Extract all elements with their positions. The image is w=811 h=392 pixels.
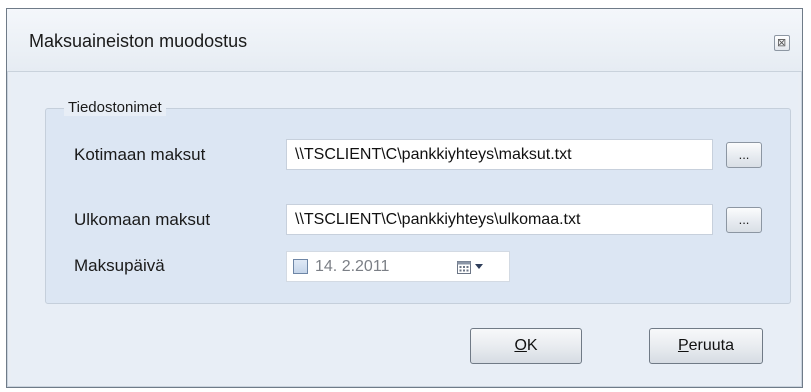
dialog-window: Maksuaineiston muodostus ⊠ Tiedostonimet… [6, 8, 803, 388]
foreign-payments-input[interactable] [286, 204, 713, 235]
dialog-body: Tiedostonimet Kotimaan maksut ... Ulkoma… [11, 72, 798, 384]
cancel-button[interactable]: Peruuta [649, 328, 763, 364]
calendar-icon[interactable] [457, 261, 471, 274]
cancel-label-rest: eruuta [688, 337, 735, 354]
domestic-payments-label: Kotimaan maksut [74, 145, 206, 164]
payment-date-picker[interactable]: 14. 2.2011 [286, 251, 510, 282]
window-title: Maksuaineiston muodostus [29, 31, 248, 51]
ok-label-rest: K [526, 337, 538, 354]
dropdown-arrow-icon[interactable] [474, 259, 484, 273]
payment-date-value: 14. 2.2011 [315, 258, 390, 275]
ok-button[interactable]: OK [470, 328, 582, 364]
payment-date-label: Maksupäivä [74, 256, 165, 275]
foreign-payments-label: Ulkomaan maksut [74, 210, 211, 229]
domestic-payments-input[interactable] [286, 139, 713, 170]
cancel-mnemonic: P [677, 337, 689, 354]
group-legend: Tiedostonimet [64, 99, 166, 116]
close-icon: ⊠ [777, 37, 787, 49]
file-names-group: Tiedostonimet Kotimaan maksut ... Ulkoma… [45, 99, 791, 304]
ok-mnemonic: O [514, 337, 527, 354]
close-button[interactable]: ⊠ [774, 35, 790, 51]
title-bar[interactable]: Maksuaineiston muodostus ⊠ [7, 9, 802, 72]
domestic-payments-browse-button[interactable]: ... [726, 142, 762, 168]
foreign-payments-browse-button[interactable]: ... [726, 207, 762, 233]
date-enabled-checkbox[interactable] [293, 259, 308, 274]
